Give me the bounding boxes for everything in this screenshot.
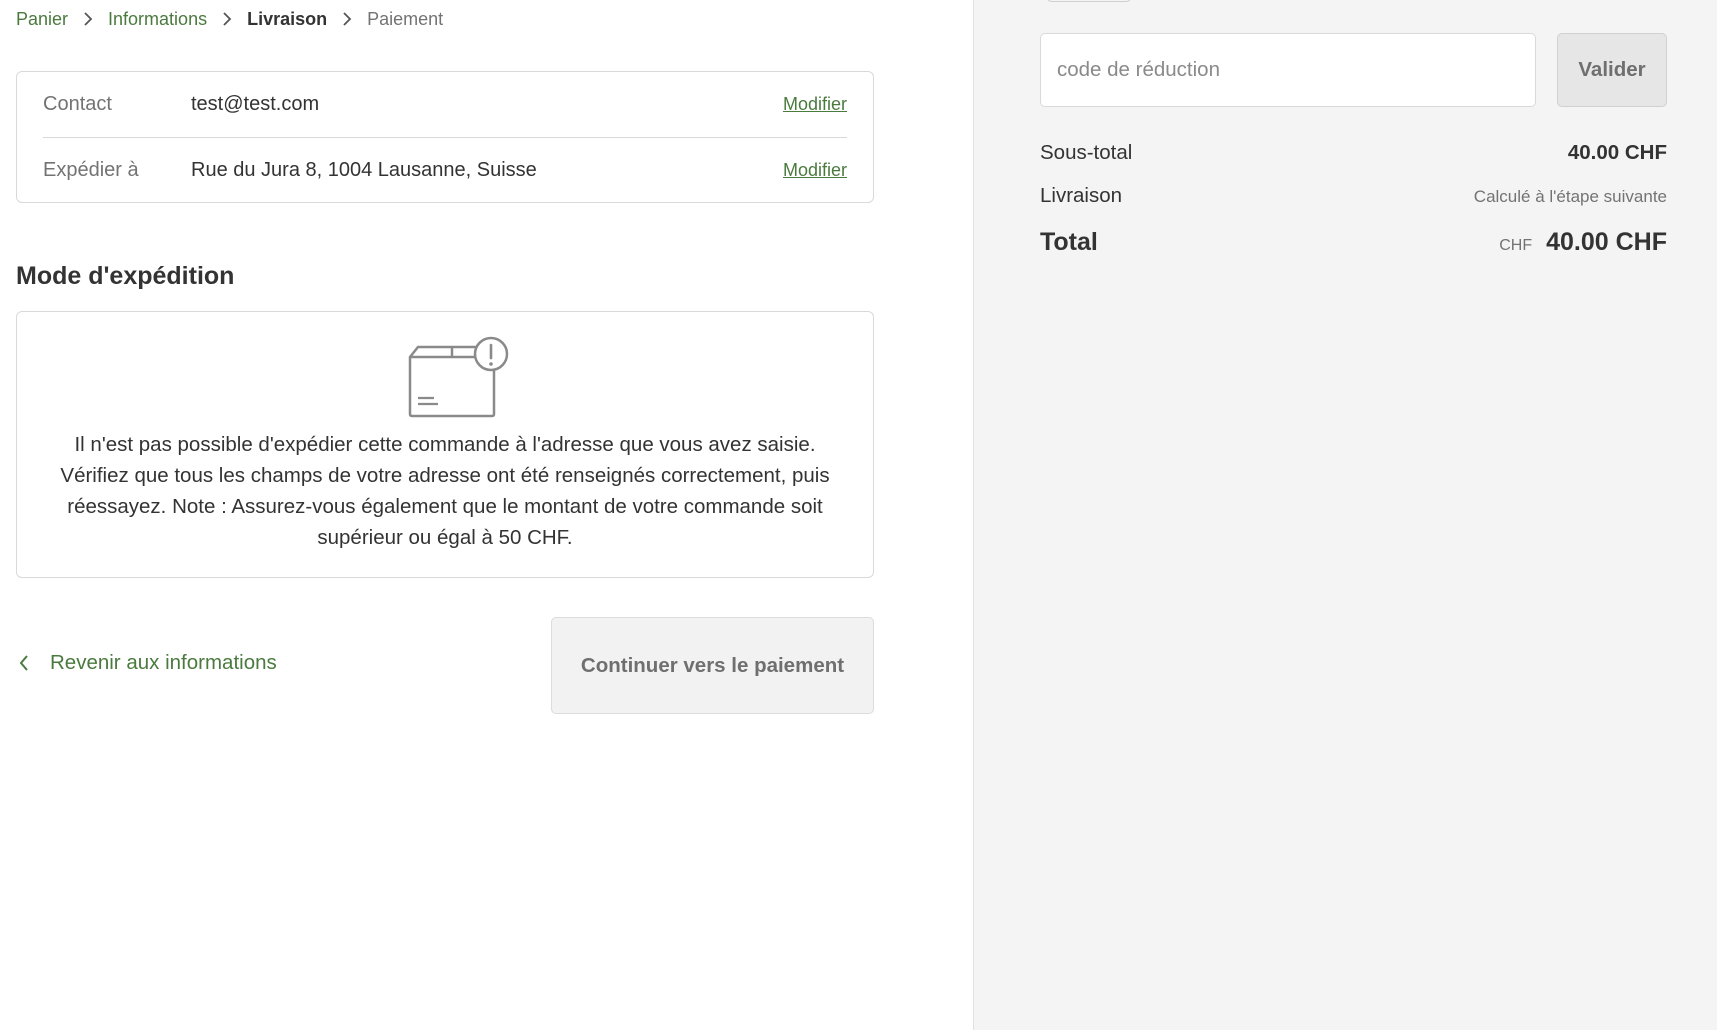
continue-to-payment-button[interactable]: Continuer vers le paiement xyxy=(551,617,874,714)
shipping-value: Calculé à l'étape suivante xyxy=(1473,187,1667,206)
ship-to-value: Rue du Jura 8, 1004 Lausanne, Suisse xyxy=(191,159,537,181)
edit-address-link[interactable]: Modifier xyxy=(783,160,847,181)
checkout-page: Panier Informations Livraison Paiement C… xyxy=(0,0,1717,1030)
review-row-ship-to: Expédier à Rue du Jura 8, 1004 Lausanne,… xyxy=(43,137,847,203)
total-currency: CHF xyxy=(1499,237,1533,254)
apply-discount-button[interactable]: Valider xyxy=(1557,33,1667,107)
total-price: CHF 40.00 CHF xyxy=(1499,228,1667,257)
back-to-information-link[interactable]: Revenir aux informations xyxy=(18,651,277,675)
chevron-right-icon xyxy=(68,12,108,26)
main-column: Panier Informations Livraison Paiement C… xyxy=(0,0,973,1030)
breadcrumb-cart[interactable]: Panier xyxy=(16,9,68,30)
shipping-error-message: Il n'est pas possible d'expédier cette c… xyxy=(60,433,830,549)
shipping-unavailable-notice: Il n'est pas possible d'expédier cette c… xyxy=(16,311,874,578)
breadcrumb-shipping: Livraison xyxy=(247,8,328,29)
subtotal-row: Sous-total 40.00 CHF xyxy=(1040,141,1667,165)
chevron-right-icon xyxy=(207,12,247,26)
total-label: Total xyxy=(1040,228,1098,256)
total-row: Total CHF 40.00 CHF xyxy=(1040,228,1667,257)
contact-value: test@test.com xyxy=(191,93,320,115)
shipping-row: Livraison Calculé à l'étape suivante xyxy=(1040,184,1667,208)
breadcrumb-payment: Paiement xyxy=(367,8,444,29)
edit-contact-link[interactable]: Modifier xyxy=(783,94,847,115)
section-title-shipping-method: Mode d'expédition xyxy=(16,262,235,290)
order-summary: Valider Sous-total 40.00 CHF Livraison C… xyxy=(973,0,1717,1030)
ship-to-label: Expédier à xyxy=(43,159,139,181)
breadcrumb: Panier Informations Livraison Paiement xyxy=(16,8,443,30)
total-amount: 40.00 CHF xyxy=(1546,228,1667,256)
subtotal-label: Sous-total xyxy=(1040,141,1133,164)
back-link-label: Revenir aux informations xyxy=(50,651,277,674)
breadcrumb-information[interactable]: Informations xyxy=(108,9,207,30)
discount-code-input[interactable] xyxy=(1040,33,1536,107)
chevron-right-icon xyxy=(327,12,367,26)
review-block: Contact test@test.com Modifier Expédier … xyxy=(16,71,874,203)
chevron-left-icon xyxy=(19,655,28,671)
shipping-label: Livraison xyxy=(1040,184,1123,207)
subtotal-value: 40.00 CHF xyxy=(1567,141,1667,164)
package-warning-icon xyxy=(408,336,509,418)
contact-label: Contact xyxy=(43,93,112,115)
summary-top-edge xyxy=(1046,0,1132,2)
review-row-contact: Contact test@test.com Modifier xyxy=(43,72,847,137)
